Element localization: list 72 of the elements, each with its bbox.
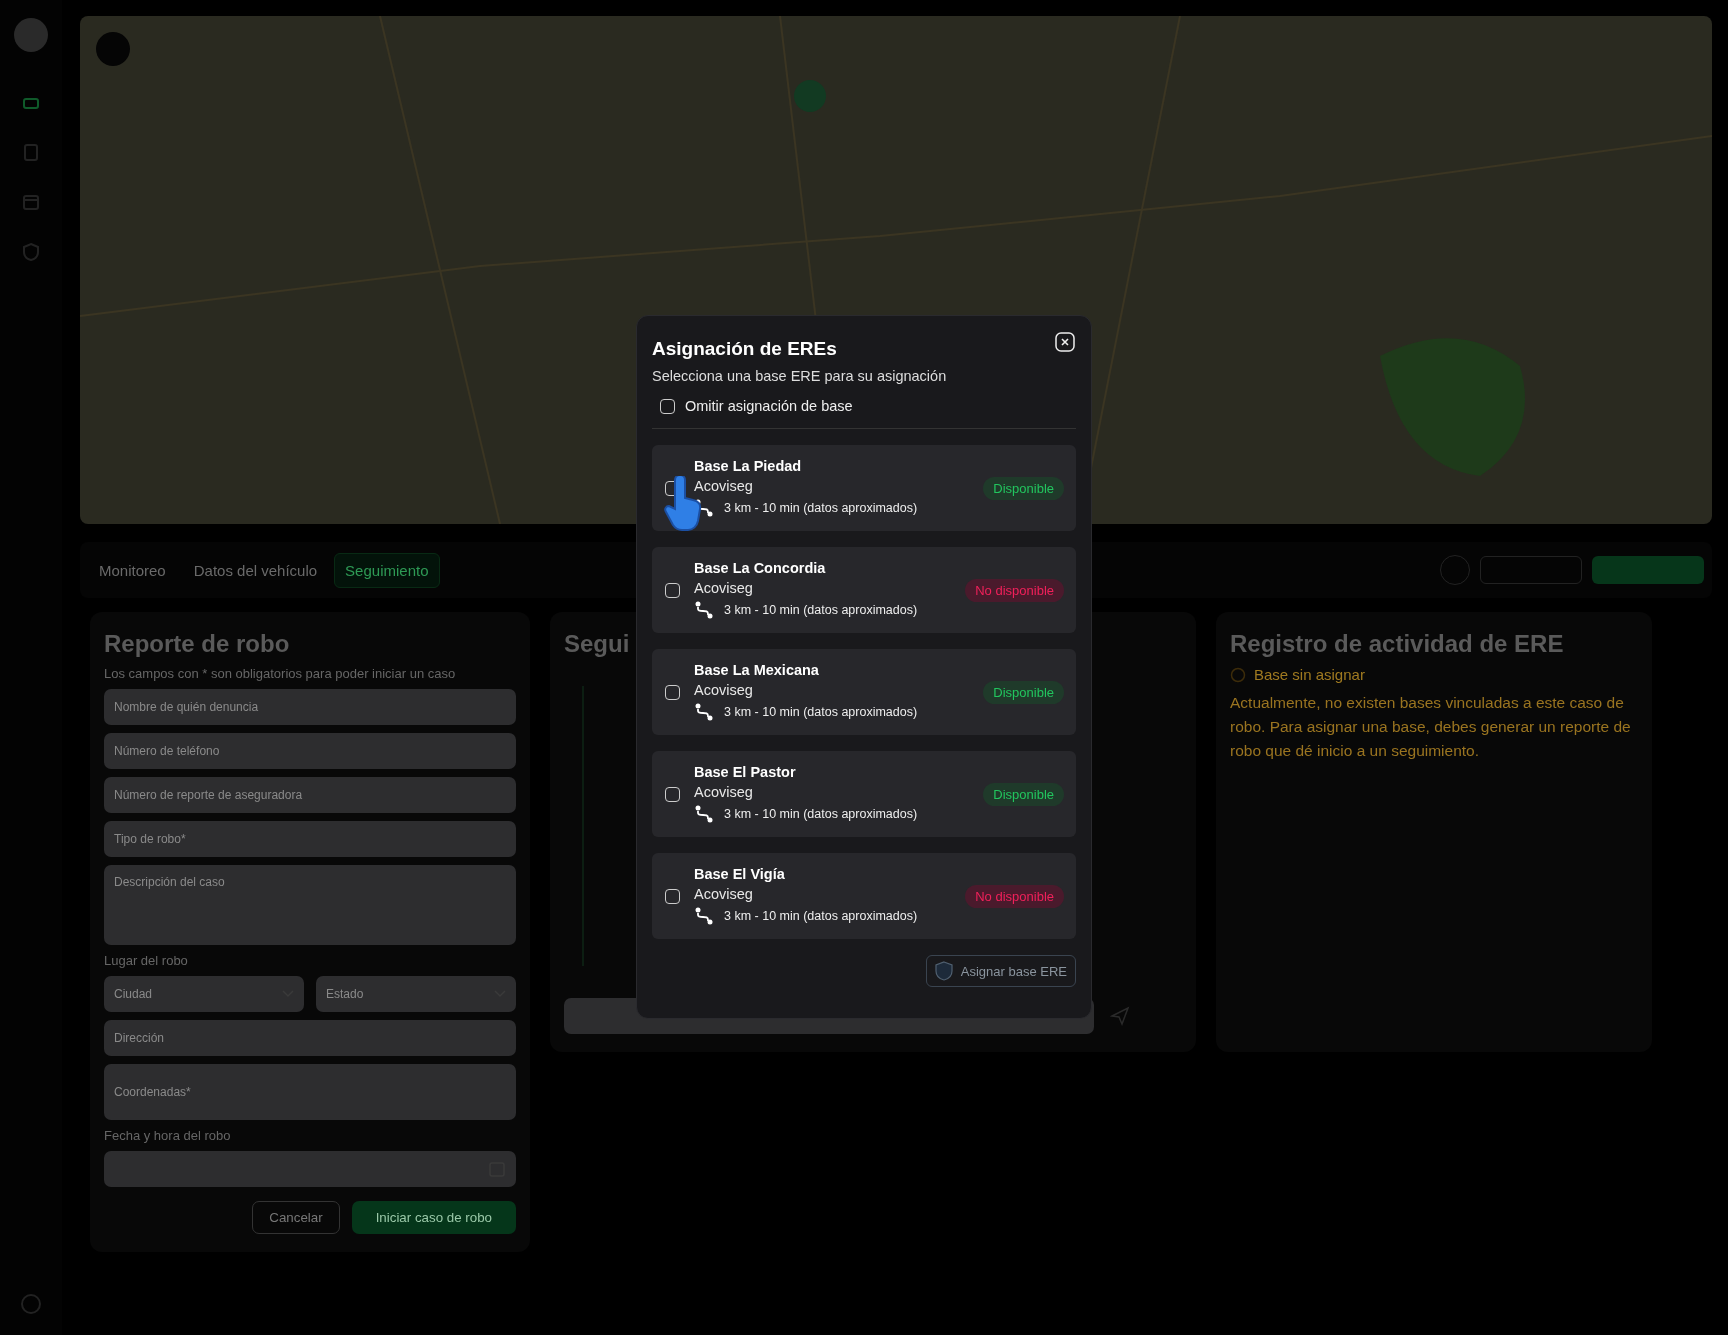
tab[interactable]: Seguimiento	[334, 552, 440, 588]
base-option[interactable]: Base La Mexicana Acoviseg 3 km - 10 min (datos aproximados) Disponible	[652, 649, 1076, 735]
distance-text: 3 km - 10 min (datos aproximados)	[724, 501, 918, 515]
start-button[interactable]: Iniciar caso de robo	[351, 1201, 516, 1234]
base-name: Base El Pastor	[694, 764, 797, 780]
avatar	[14, 18, 48, 52]
outline-button[interactable]	[1480, 556, 1582, 584]
base-name: Base La Mexicana	[694, 662, 820, 678]
checkbox-label[interactable]: Omitir asignación de base	[685, 398, 853, 414]
status-message: Actualmente, no existen bases vinculadas a este caso de robo. Para asignar una base, debes generar un reporte de robo que dé inicio a un seguimiento.	[1230, 693, 1632, 761]
clock-icon	[1230, 666, 1246, 683]
route-icon	[694, 906, 714, 926]
panel-title: Registro de actividad de ERE	[1230, 630, 1565, 658]
tab[interactable]: Monitoreo	[88, 552, 177, 588]
radio-button[interactable]	[665, 684, 680, 700]
status-badge: Disponible	[983, 782, 1064, 806]
company-name: Acoviseg	[694, 682, 754, 698]
field-label: Fecha y hora del robo	[104, 1128, 232, 1143]
input-field[interactable]: Nombre de quién denuncia	[104, 689, 516, 725]
company-name: Acoviseg	[694, 886, 754, 902]
radio-button[interactable]	[665, 786, 680, 802]
distance-text: 3 km - 10 min (datos aproximados)	[724, 705, 918, 719]
base-option[interactable]: Base La Piedad Acoviseg 3 km - 10 min (datos aproximados) Disponible	[652, 445, 1076, 531]
primary-button[interactable]	[1592, 556, 1704, 584]
input-field[interactable]: Coordenadas*	[104, 1064, 516, 1120]
input-field[interactable]: Tipo de robo*	[104, 821, 516, 857]
base-name: Base La Piedad	[694, 458, 803, 474]
input-field[interactable]: Número de reporte de aseguradora	[104, 777, 516, 813]
base-name: Base El Vigía	[694, 866, 786, 882]
route-icon	[694, 804, 714, 824]
base-option[interactable]: Base El Vigía Acoviseg 3 km - 10 min (datos aproximados) No disponible	[652, 853, 1076, 939]
status-badge: No disponible	[965, 884, 1064, 908]
calendar-icon[interactable]	[21, 192, 41, 212]
dialog-title: Asignación de EREs	[652, 338, 837, 360]
form-note: Los campos con * son obligatorios para poder iniciar un caso	[104, 666, 457, 681]
close-icon[interactable]	[1055, 332, 1075, 352]
select-field[interactable]: Estado	[316, 976, 516, 1012]
dialog-subtitle: Selecciona una base ERE para su asignación	[652, 368, 948, 384]
status-badge: No disponible	[965, 578, 1064, 602]
status-badge: Disponible	[983, 680, 1064, 704]
base-option[interactable]: Base El Pastor Acoviseg 3 km - 10 min (datos aproximados) Disponible	[652, 751, 1076, 837]
panel-title: Segui	[564, 630, 631, 658]
text-area[interactable]: Descripción del caso	[104, 865, 516, 945]
distance-text: 3 km - 10 min (datos aproximados)	[724, 909, 918, 923]
input-field[interactable]: Número de teléfono	[104, 733, 516, 769]
location-button[interactable]	[96, 32, 130, 66]
company-name: Acoviseg	[694, 580, 754, 596]
radio-button[interactable]	[665, 888, 680, 904]
panel-title: Reporte de robo	[104, 630, 291, 658]
base-name: Base La Concordia	[694, 560, 827, 576]
field-label: Lugar del robo	[104, 953, 189, 968]
checkbox[interactable]	[660, 398, 675, 414]
company-name: Acoviseg	[694, 784, 754, 800]
base-option[interactable]: Base La Concordia Acoviseg 3 km - 10 min (datos aproximados) No disponible	[652, 547, 1076, 633]
distance-text: 3 km - 10 min (datos aproximados)	[724, 603, 918, 617]
route-icon	[694, 702, 714, 722]
shield-icon[interactable]	[21, 242, 41, 262]
help-icon	[20, 1293, 42, 1315]
route-icon	[694, 600, 714, 620]
document-icon[interactable]	[21, 142, 41, 162]
distance-text: 3 km - 10 min (datos aproximados)	[724, 807, 918, 821]
date-field[interactable]	[104, 1151, 516, 1187]
status-badge: Disponible	[983, 476, 1064, 500]
tab[interactable]: Datos del vehículo	[182, 552, 329, 588]
send-icon	[1110, 1006, 1130, 1026]
cancel-button[interactable]: Cancelar	[252, 1201, 340, 1234]
status-label: Base sin asignar	[1254, 666, 1365, 683]
select-field[interactable]: Ciudad	[104, 976, 304, 1012]
radio-button[interactable]	[665, 582, 680, 598]
shield-icon	[934, 961, 953, 981]
input-field[interactable]: Dirección	[104, 1020, 516, 1056]
company-name: Acoviseg	[694, 478, 754, 494]
